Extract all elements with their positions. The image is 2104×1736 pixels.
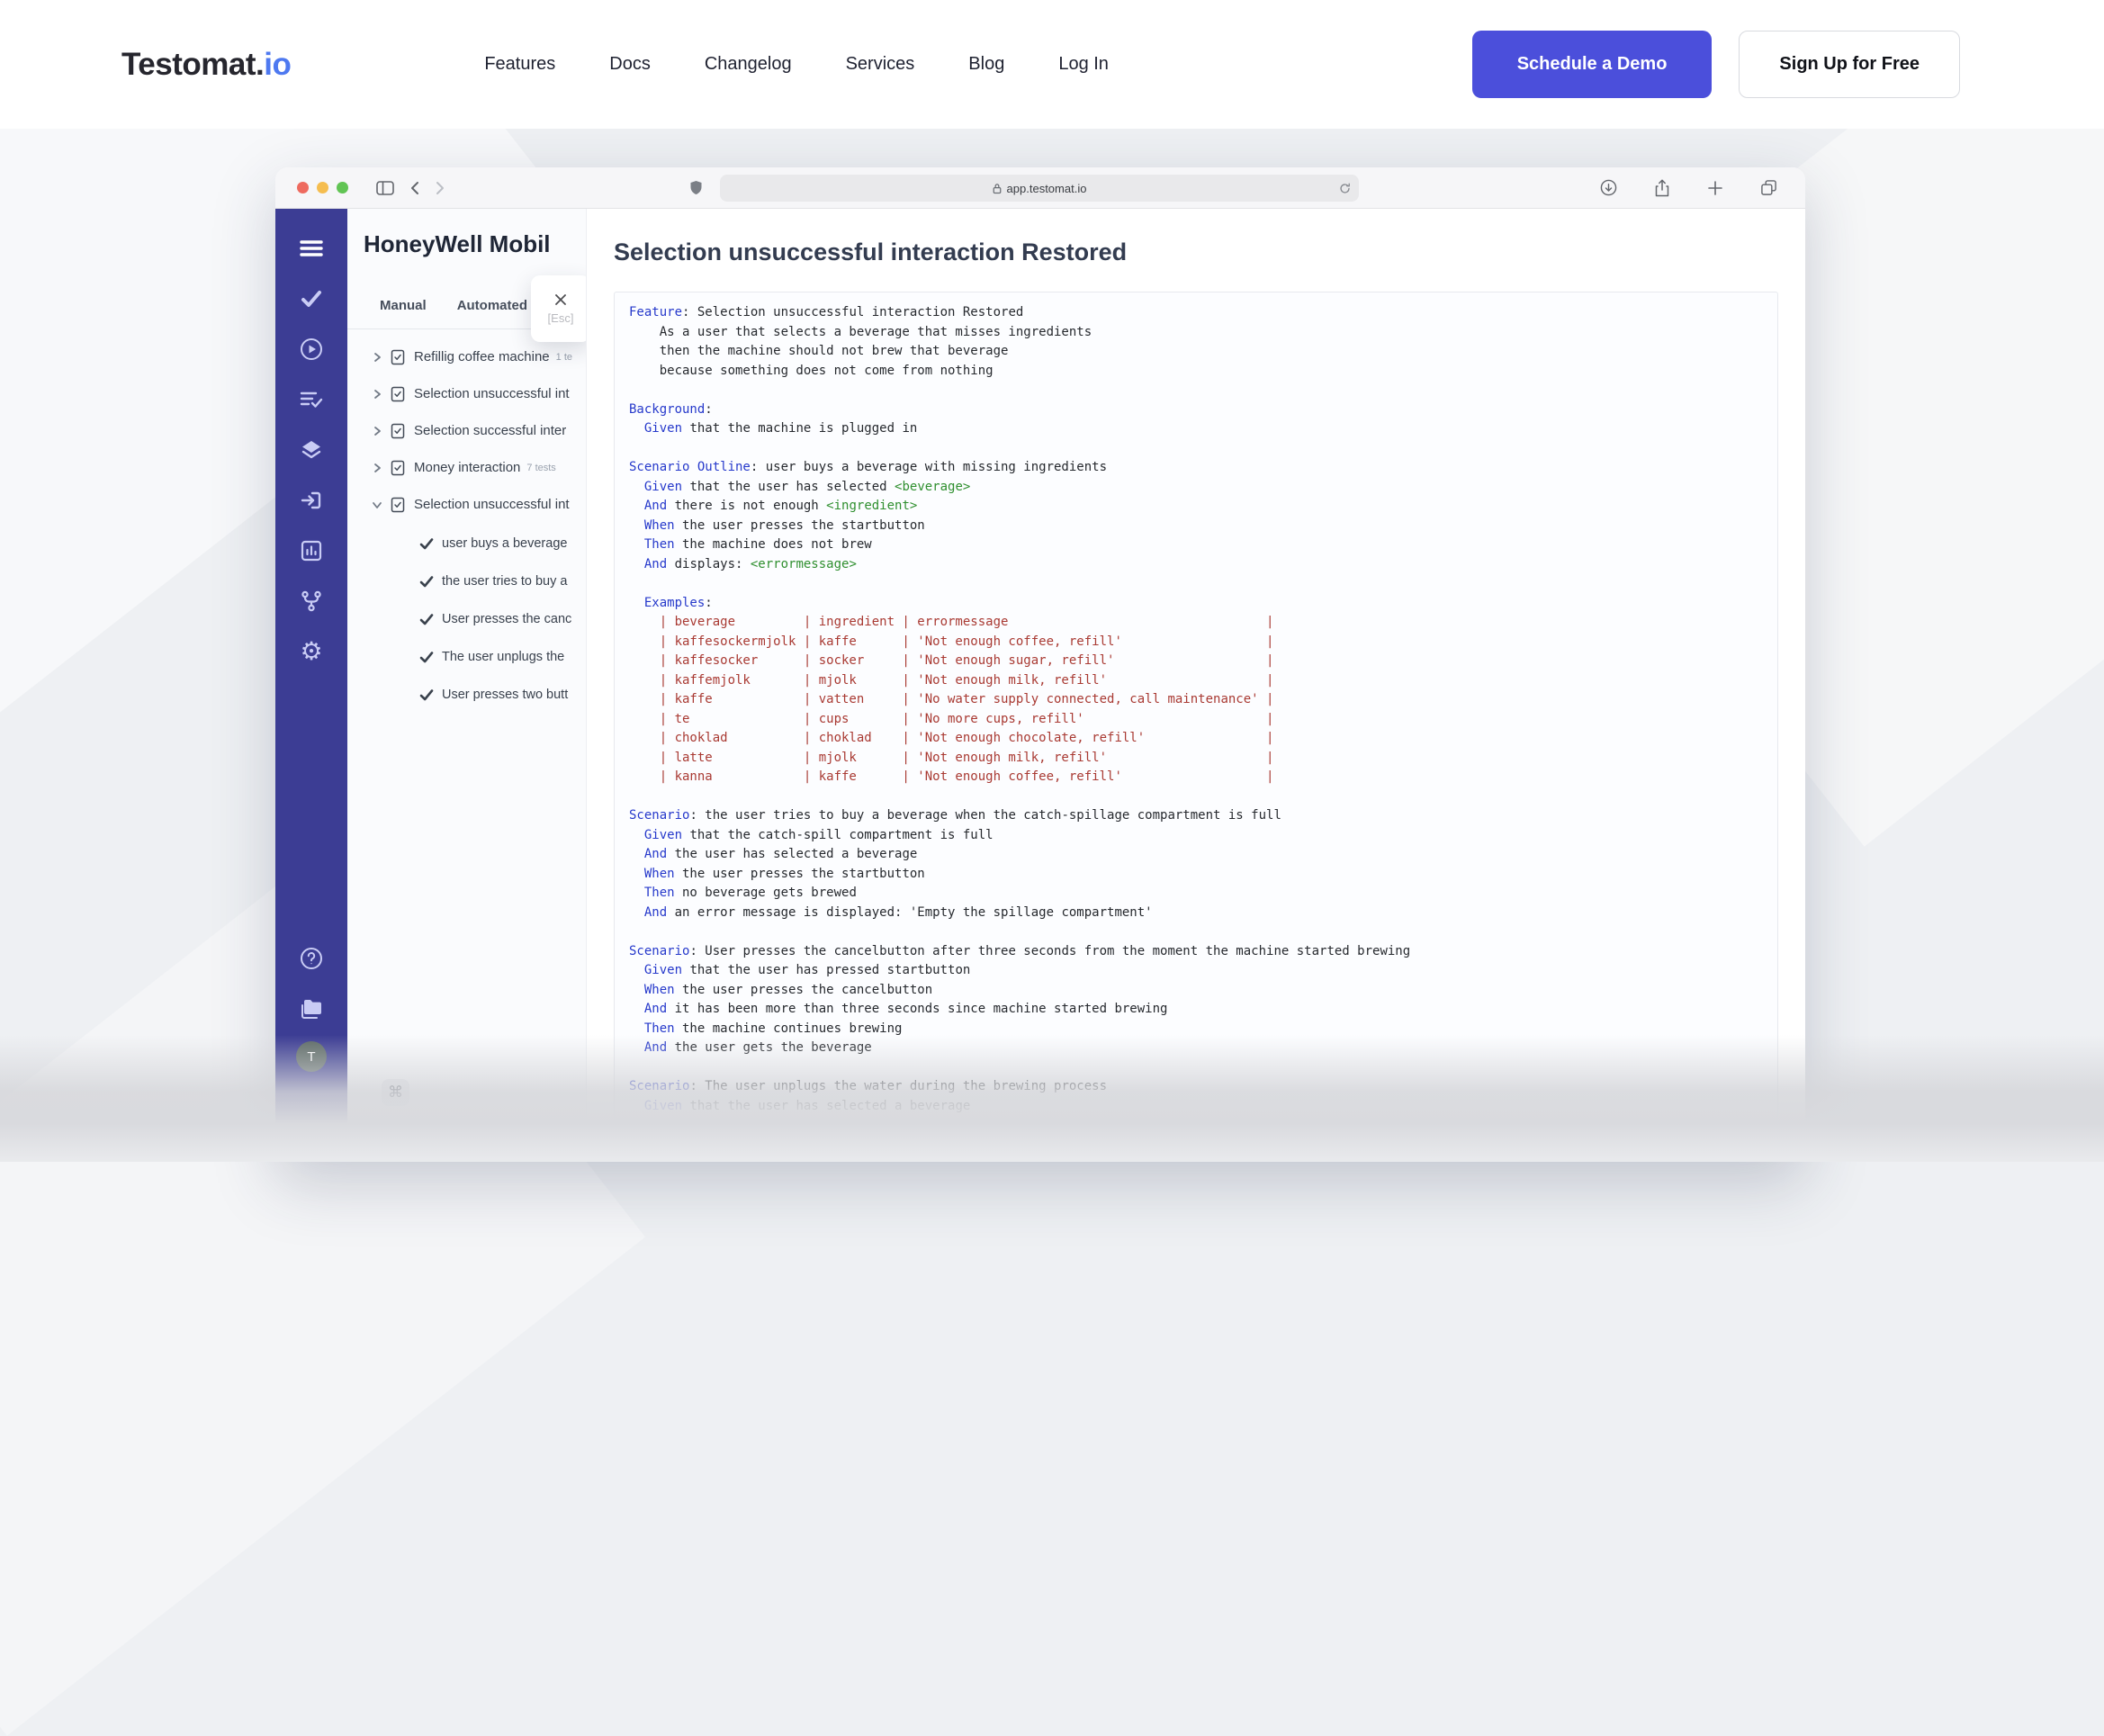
- share-icon[interactable]: [1654, 179, 1670, 197]
- test-item-label: the user tries to buy a: [442, 574, 567, 589]
- test-item-label: User presses the canc: [442, 612, 571, 626]
- runs-play-icon[interactable]: [293, 331, 329, 367]
- chevron-right-icon[interactable]: [371, 388, 389, 400]
- tree-item-count: 1 te: [556, 352, 572, 363]
- help-icon[interactable]: [293, 940, 329, 976]
- tree-item[interactable]: Refillig coffee machine 1 te: [347, 338, 586, 375]
- nav-link-blog[interactable]: Blog: [968, 54, 1004, 75]
- plans-list-check-icon[interactable]: [293, 382, 329, 418]
- test-item-label: User presses two butt: [442, 688, 568, 702]
- tab-manual[interactable]: Manual: [380, 298, 427, 313]
- tree-item-label: Selection unsuccessful int: [414, 386, 570, 401]
- nav-link-login[interactable]: Log In: [1058, 54, 1109, 75]
- lock-icon: [993, 183, 1002, 194]
- test-item[interactable]: the user tries to buy a: [347, 562, 586, 600]
- traffic-light-zoom[interactable]: [337, 182, 348, 193]
- test-detail: Selection unsuccessful interaction Resto…: [587, 209, 1805, 1162]
- tree-item-label: Refillig coffee machine: [414, 349, 550, 364]
- test-item-label: The user unplugs the: [442, 650, 564, 664]
- chevron-down-icon[interactable]: [371, 499, 389, 511]
- file-icon: [391, 349, 405, 365]
- chevron-right-icon[interactable]: [371, 462, 389, 474]
- close-icon[interactable]: [553, 292, 568, 307]
- tab-automated[interactable]: Automated: [457, 298, 527, 313]
- nav-link-docs[interactable]: Docs: [609, 54, 651, 75]
- file-icon: [391, 423, 405, 439]
- nav-link-changelog[interactable]: Changelog: [705, 54, 792, 75]
- page-title: Selection unsuccessful interaction Resto…: [614, 236, 1778, 268]
- gherkin-code[interactable]: Feature: Selection unsuccessful interact…: [614, 292, 1778, 1128]
- settings-gear-icon[interactable]: ⚙: [293, 634, 329, 670]
- tree-item[interactable]: Selection unsuccessful int: [347, 375, 586, 412]
- nav-buttons: Schedule a Demo Sign Up for Free: [1472, 31, 1960, 98]
- tree-item-label: Selection unsuccessful int: [414, 497, 570, 512]
- browser-window: app.testomat.io: [275, 167, 1805, 1162]
- sidebar-toggle-icon[interactable]: [376, 181, 394, 195]
- check-icon: [419, 651, 434, 663]
- chrome-actions: [1592, 179, 1785, 197]
- reload-icon[interactable]: [1339, 183, 1351, 194]
- privacy-shield-icon[interactable]: [689, 180, 703, 195]
- test-list: user buys a beverage the user tries to b…: [347, 525, 586, 714]
- app-sidebar: ⚙ T: [275, 209, 347, 1162]
- address-bar[interactable]: app.testomat.io: [720, 175, 1359, 202]
- tab-overview-icon[interactable]: [1760, 179, 1777, 197]
- traffic-light-close[interactable]: [297, 182, 309, 193]
- chevron-right-icon[interactable]: [371, 425, 389, 437]
- traffic-lights: [297, 182, 348, 193]
- branch-icon[interactable]: [293, 583, 329, 619]
- nav-link-features[interactable]: Features: [484, 54, 555, 75]
- traffic-light-minimize[interactable]: [317, 182, 328, 193]
- tree-item[interactable]: Selection successful inter: [347, 412, 586, 449]
- import-icon[interactable]: [293, 482, 329, 518]
- tree-item-count: 7 tests: [526, 463, 555, 473]
- file-icon: [391, 460, 405, 476]
- marketing-navbar: Testomat.io Features Docs Changelog Serv…: [0, 0, 2104, 129]
- tree-item[interactable]: Money interaction 7 tests: [347, 449, 586, 486]
- url-text: app.testomat.io: [1007, 182, 1087, 195]
- logo-accent-text: io: [264, 47, 291, 82]
- logo[interactable]: Testomat.io: [121, 47, 291, 83]
- logo-text: Testomat.: [121, 47, 264, 82]
- tree-item-label: Selection successful inter: [414, 423, 566, 438]
- tree-item-expanded[interactable]: Selection unsuccessful int: [347, 486, 586, 523]
- test-item[interactable]: The user unplugs the: [347, 638, 586, 676]
- check-icon: [419, 613, 434, 625]
- layers-icon[interactable]: [293, 432, 329, 468]
- suites-tree: Refillig coffee machine 1 te Selection u…: [347, 338, 586, 523]
- check-icon: [419, 575, 434, 588]
- docs-folder-icon[interactable]: [293, 991, 329, 1027]
- gear-glyph: ⚙: [300, 639, 322, 664]
- browser-chrome: app.testomat.io: [275, 167, 1805, 209]
- nav-link-services[interactable]: Services: [846, 54, 915, 75]
- app-body: ⚙ T HoneyWell Mobil Manual Automated R: [275, 209, 1805, 1162]
- check-icon: [419, 537, 434, 550]
- analytics-icon[interactable]: [293, 533, 329, 569]
- test-item[interactable]: user buys a beverage: [347, 525, 586, 562]
- esc-tooltip: [Esc]: [531, 275, 587, 342]
- esc-label: [Esc]: [548, 311, 574, 325]
- schedule-demo-button[interactable]: Schedule a Demo: [1472, 31, 1713, 98]
- avatar[interactable]: T: [296, 1041, 327, 1072]
- check-icon: [419, 688, 434, 701]
- tests-panel: HoneyWell Mobil Manual Automated Refilli…: [347, 209, 587, 1162]
- test-item[interactable]: User presses the canc: [347, 600, 586, 638]
- file-icon: [391, 386, 405, 402]
- signup-free-button[interactable]: Sign Up for Free: [1739, 31, 1960, 98]
- menu-icon[interactable]: [293, 230, 329, 266]
- tests-check-icon[interactable]: [293, 281, 329, 317]
- tree-item-label: Money interaction: [414, 460, 520, 475]
- downloads-icon[interactable]: [1600, 179, 1617, 197]
- nav-links: Features Docs Changelog Services Blog Lo…: [484, 54, 1109, 75]
- command-key-badge[interactable]: ⌘: [382, 1079, 409, 1106]
- chevron-right-icon[interactable]: [371, 351, 389, 364]
- file-icon: [391, 497, 405, 513]
- new-tab-icon[interactable]: [1707, 179, 1723, 197]
- test-item[interactable]: User presses two butt: [347, 676, 586, 714]
- test-item-label: user buys a beverage: [442, 536, 567, 551]
- forward-icon[interactable]: [436, 181, 445, 195]
- back-icon[interactable]: [410, 181, 419, 195]
- suite-title: HoneyWell Mobil: [364, 230, 586, 258]
